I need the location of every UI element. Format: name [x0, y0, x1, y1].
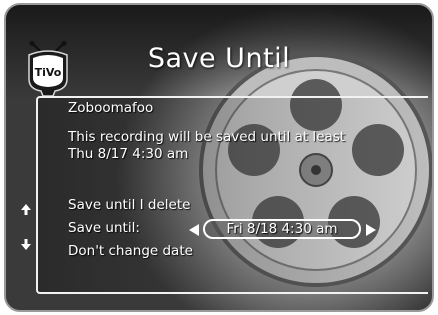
option-dont-change-date[interactable]: Don't change date: [68, 243, 193, 259]
right-arrow-icon[interactable]: [366, 224, 376, 236]
content-panel: [36, 96, 428, 294]
tivo-screen: TiVo Save Until Zoboomafoo This recordin…: [4, 3, 434, 312]
left-arrow-icon[interactable]: [189, 224, 199, 236]
option-save-until[interactable]: Save until:: [68, 220, 140, 236]
down-arrow-icon[interactable]: [19, 237, 33, 251]
up-arrow-icon[interactable]: [19, 202, 33, 216]
saved-until-message: This recording will be saved until at le…: [68, 129, 346, 145]
save-until-date-selector[interactable]: Fri 8/18 4:30 am: [203, 219, 361, 239]
program-name: Zoboomafoo: [68, 100, 154, 116]
saved-until-date: Thu 8/17 4:30 am: [68, 146, 189, 162]
option-save-until-i-delete[interactable]: Save until I delete: [68, 197, 190, 213]
page-title: Save Until: [147, 43, 291, 74]
